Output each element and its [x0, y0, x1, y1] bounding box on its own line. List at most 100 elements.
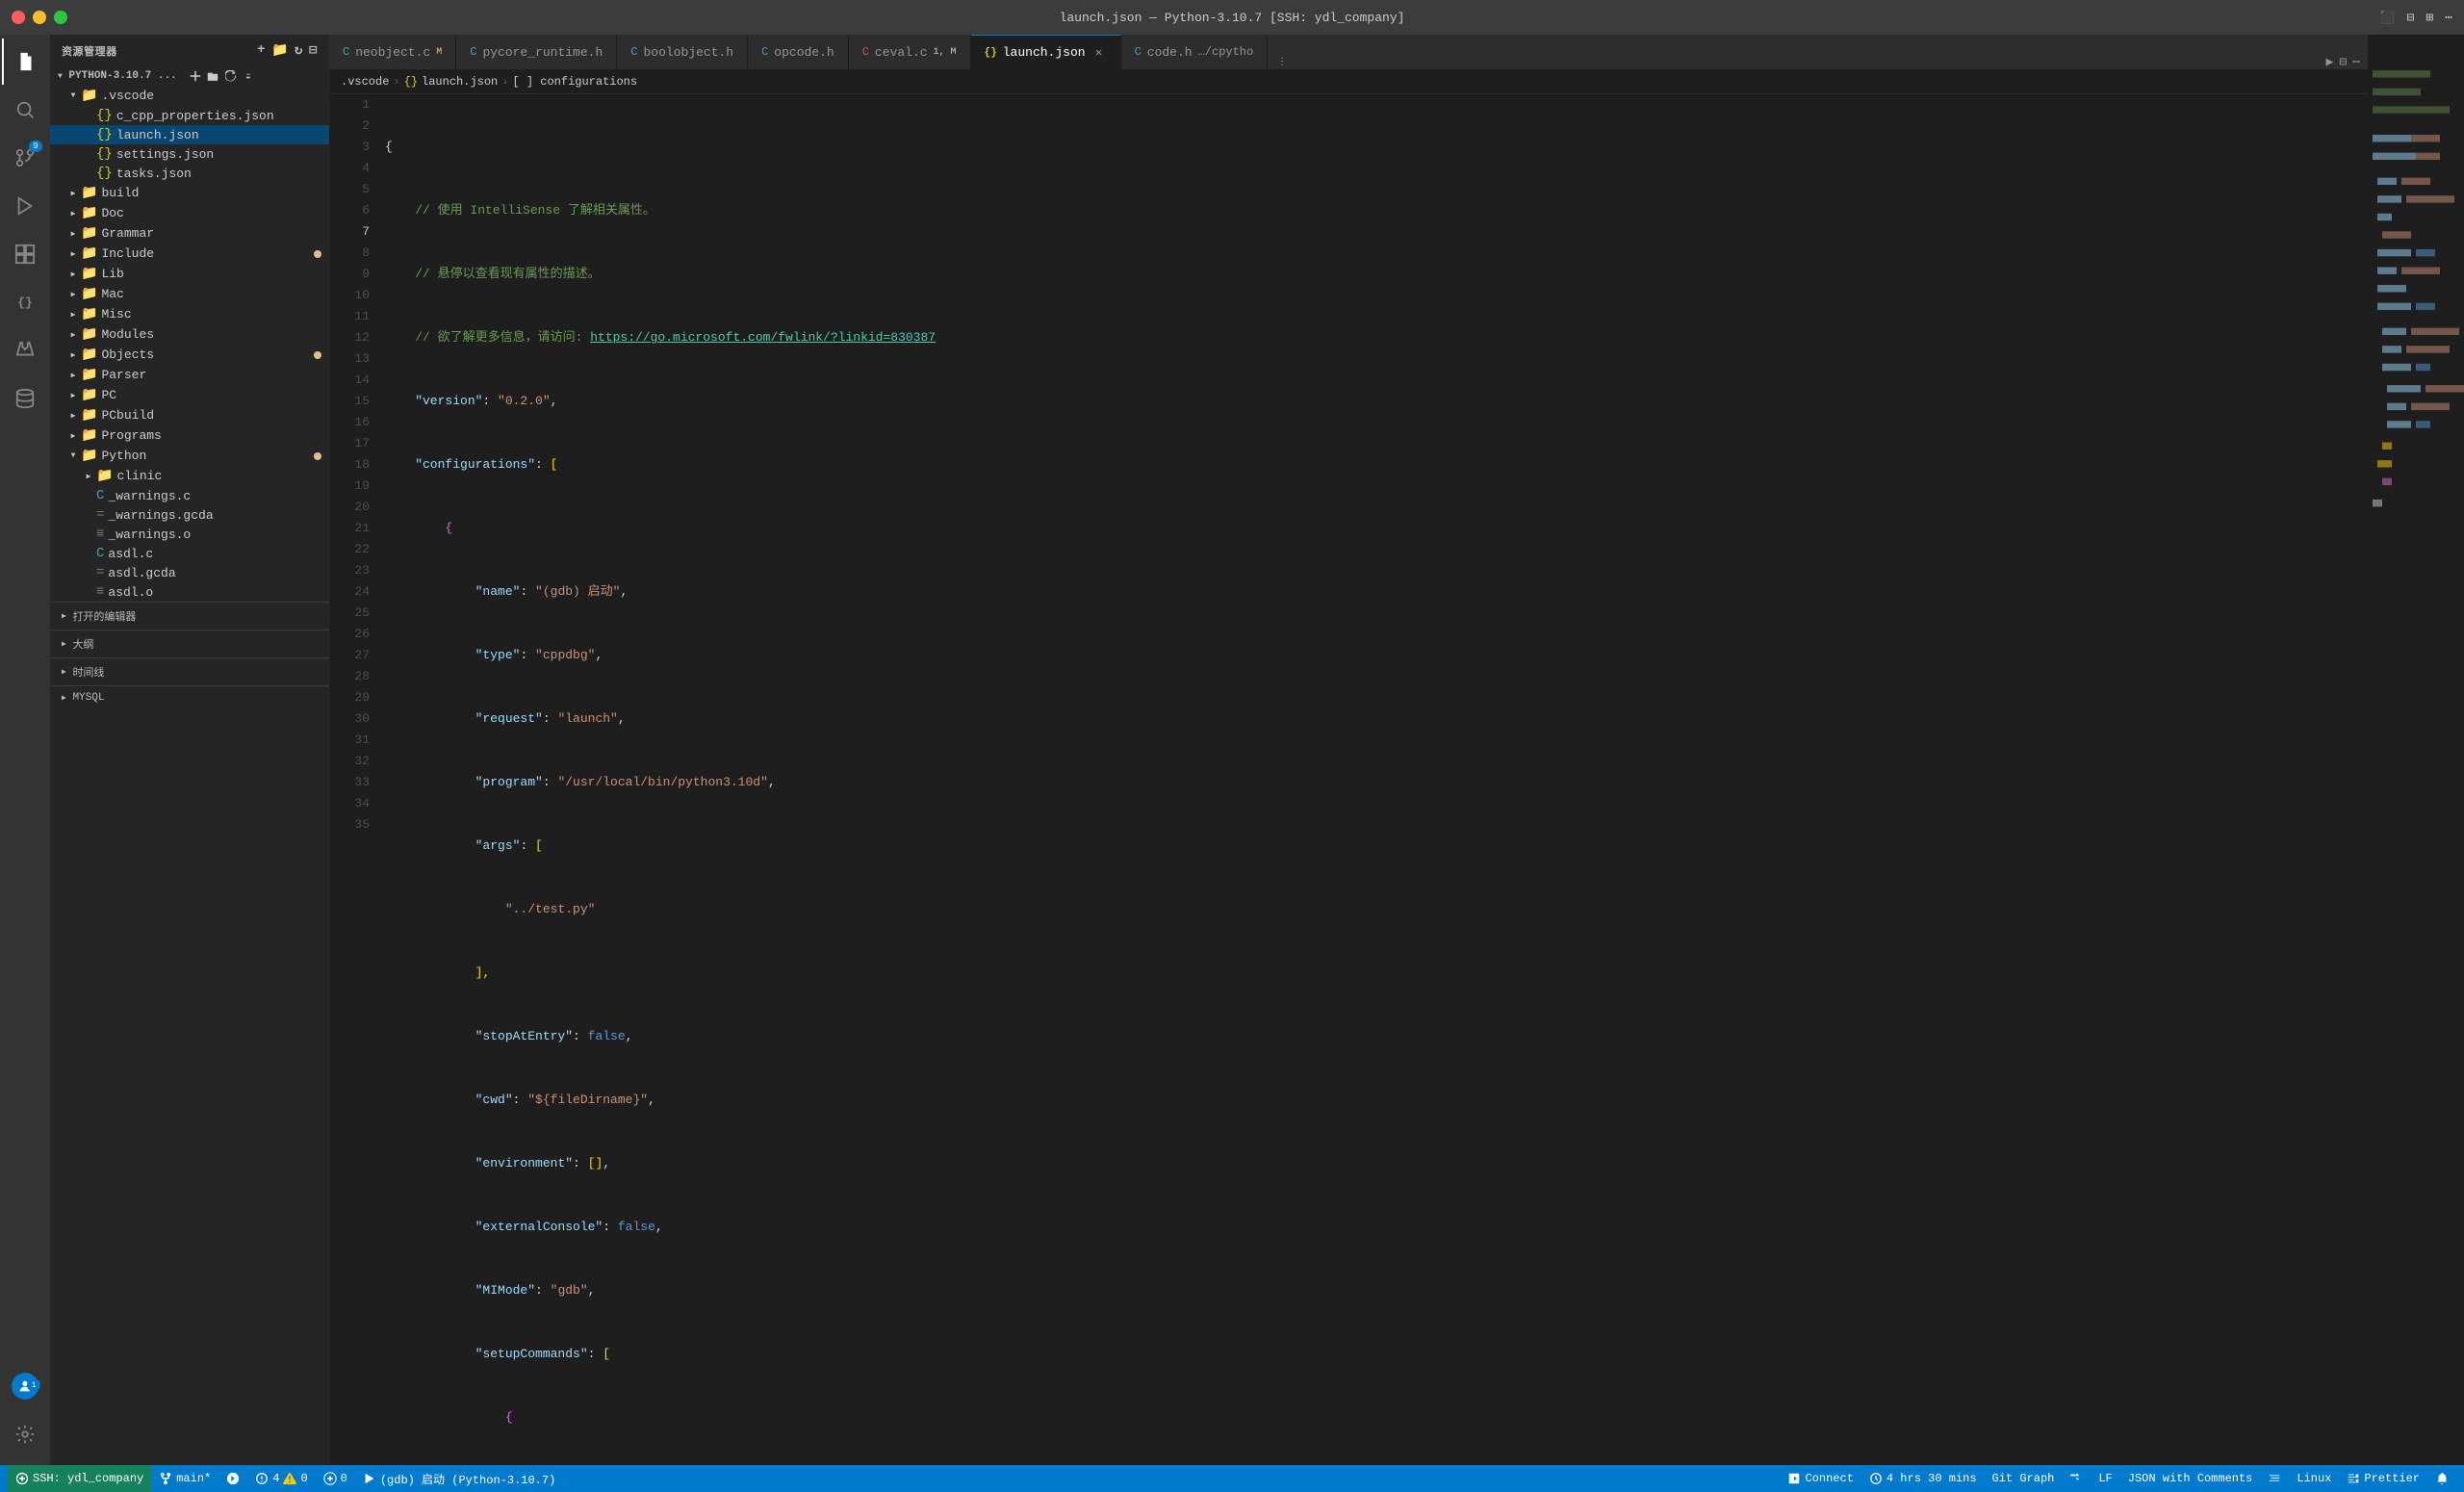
mysql-header[interactable]: MYSQL — [50, 686, 329, 709]
activity-settings[interactable] — [2, 1411, 48, 1457]
open-editors-header[interactable]: 打开的编辑器 — [50, 603, 329, 630]
time-status[interactable]: 4 hrs 30 mins — [1861, 1465, 1985, 1492]
tree-item-misc[interactable]: 📁 Misc — [50, 304, 329, 324]
tree-item-modules[interactable]: 📁 Modules — [50, 324, 329, 345]
debug-status[interactable]: (gdb) 启动 (Python-3.10.7) — [355, 1465, 563, 1492]
tree-item-include[interactable]: 📁 Include — [50, 244, 329, 264]
ports-status[interactable]: 0 — [316, 1465, 355, 1492]
editor-content[interactable]: 1 2 3 4 5 6 7 8 9 10 11 12 13 14 15 16 1 — [329, 94, 2368, 1465]
collapse-icon[interactable]: ⊟ — [309, 42, 318, 59]
breadcrumb-vscode[interactable]: .vscode — [341, 75, 389, 89]
tree-item-grammar[interactable]: 📁 Grammar — [50, 223, 329, 244]
new-file-icon[interactable]: + — [257, 42, 266, 59]
objects-dot — [314, 351, 321, 359]
sync-status[interactable] — [218, 1465, 247, 1492]
o-asdl-icon: ≡ — [96, 584, 104, 600]
tab-neobject[interactable]: C neobject.c M — [329, 35, 456, 69]
prettier-status[interactable]: Prettier — [2339, 1465, 2427, 1492]
more-actions-icon[interactable]: ⋯ — [2352, 55, 2360, 69]
tab-launch[interactable]: {} launch.json ✕ — [971, 35, 1121, 69]
close-button[interactable] — [12, 11, 25, 24]
tree-item-clinic[interactable]: 📁 clinic — [50, 466, 329, 486]
code-lines[interactable]: { // 使用 IntelliSense 了解相关属性。 // 悬停以查看现有属… — [377, 94, 2368, 1465]
tabs-overflow[interactable] — [1268, 56, 1296, 69]
new-folder-icon[interactable]: 📁 — [271, 42, 289, 59]
tree-item-lib[interactable]: 📁 Lib — [50, 264, 329, 284]
connect-status[interactable]: Connect — [1780, 1465, 1861, 1492]
branch-status[interactable]: main* — [151, 1465, 218, 1492]
split-editor-icon[interactable]: ⊟ — [2339, 55, 2347, 69]
ssh-status[interactable]: SSH: ydl_company — [8, 1465, 151, 1492]
run-icon[interactable]: ▶ — [2326, 55, 2334, 69]
errors-status[interactable]: 4 0 — [247, 1465, 315, 1492]
activity-sql[interactable] — [2, 375, 48, 422]
activity-extensions[interactable] — [2, 231, 48, 277]
tab-opcode[interactable]: C opcode.h — [748, 35, 849, 69]
boolobject-lang-icon: C — [630, 45, 637, 59]
timeline-header[interactable]: 时间线 — [50, 658, 329, 685]
activity-debug[interactable] — [2, 183, 48, 229]
activity-search[interactable] — [2, 87, 48, 133]
tab-code[interactable]: C code.h …/cpytho — [1121, 35, 1269, 69]
tree-item-settings[interactable]: {} settings.json — [50, 144, 329, 164]
activity-git[interactable]: 9 — [2, 135, 48, 181]
notification-status[interactable] — [2427, 1465, 2456, 1492]
activity-files[interactable] — [2, 39, 48, 85]
tree-item-build[interactable]: 📁 build — [50, 183, 329, 203]
tree-item-asdl-c[interactable]: C asdl.c — [50, 544, 329, 563]
tree-item-warnings-o[interactable]: ≡ _warnings.o — [50, 525, 329, 544]
tree-item-programs[interactable]: 📁 Programs — [50, 425, 329, 446]
tab-boolobject[interactable]: C boolobject.h — [617, 35, 748, 69]
tree-item-pc[interactable]: 📁 PC — [50, 385, 329, 405]
more-icon[interactable]: ⋯ — [2445, 11, 2452, 25]
tree-section-header[interactable]: PYTHON-3.10.7 ... — [50, 66, 329, 86]
activity-account[interactable]: 1 — [2, 1363, 48, 1409]
new-folder-small-icon[interactable] — [207, 70, 218, 82]
tree-item-asdl-gcda[interactable]: = asdl.gcda — [50, 563, 329, 582]
tree-item-pcbuild[interactable]: 📁 PCbuild — [50, 405, 329, 425]
parser-arrow — [65, 371, 81, 380]
tree-item-mac[interactable]: 📁 Mac — [50, 284, 329, 304]
git-graph-status[interactable]: Git Graph — [1985, 1465, 2063, 1492]
minimize-button[interactable] — [33, 11, 46, 24]
tree-item-launch[interactable]: {} launch.json — [50, 125, 329, 144]
tab-pycore[interactable]: C pycore_runtime.h — [456, 35, 617, 69]
new-file-small-icon[interactable] — [190, 70, 201, 82]
warnings-gcda-label: _warnings.gcda — [108, 508, 213, 523]
code-line-13: "../test.py" — [385, 899, 2368, 920]
tree-item-asdl-o[interactable]: ≡ asdl.o — [50, 582, 329, 602]
indent-status[interactable] — [2260, 1465, 2289, 1492]
layout-icon[interactable]: ⊟ — [2407, 11, 2415, 25]
tree-item-warnings-gcda[interactable]: = _warnings.gcda — [50, 505, 329, 525]
activity-remote[interactable]: {} — [2, 279, 48, 325]
folder-mac-icon: 📁 — [81, 286, 97, 302]
launch-close-icon[interactable]: ✕ — [1091, 45, 1107, 61]
tree-item-python[interactable]: 📁 Python — [50, 446, 329, 466]
programs-arrow — [65, 431, 81, 441]
audio-status[interactable] — [2062, 1465, 2091, 1492]
collapse-small-icon[interactable] — [244, 70, 255, 82]
breadcrumb-configurations[interactable]: [ ] configurations — [512, 75, 637, 89]
outline-header[interactable]: 大纲 — [50, 630, 329, 657]
panel-toggle-icon[interactable]: ⬛ — [2379, 11, 2395, 25]
breadcrumb-launch[interactable]: {} — [404, 75, 418, 89]
tree-item-vscode[interactable]: 📁 .vscode — [50, 86, 329, 106]
breadcrumb-launch-name[interactable]: launch.json — [422, 75, 498, 89]
maximize-button[interactable] — [54, 11, 67, 24]
format-status[interactable]: JSON with Comments — [2120, 1465, 2261, 1492]
tree-item-objects[interactable]: 📁 Objects — [50, 345, 329, 365]
tree-item-warnings-c[interactable]: C _warnings.c — [50, 486, 329, 505]
tab-ceval[interactable]: C ceval.c 1, M — [849, 35, 971, 69]
os-status[interactable]: Linux — [2289, 1465, 2339, 1492]
tree-item-tasks[interactable]: {} tasks.json — [50, 164, 329, 183]
encoding-status[interactable]: LF — [2091, 1465, 2119, 1492]
tree-item-parser[interactable]: 📁 Parser — [50, 365, 329, 385]
activity-test[interactable] — [2, 327, 48, 373]
tree-item-doc[interactable]: 📁 Doc — [50, 203, 329, 223]
mac-label: Mac — [101, 287, 123, 301]
window-controls[interactable] — [12, 11, 67, 24]
refresh-small-icon[interactable] — [225, 70, 237, 82]
tree-item-c-cpp[interactable]: {} c_cpp_properties.json — [50, 106, 329, 125]
refresh-icon[interactable]: ↻ — [295, 42, 303, 59]
split-icon[interactable]: ⊞ — [2426, 11, 2433, 25]
